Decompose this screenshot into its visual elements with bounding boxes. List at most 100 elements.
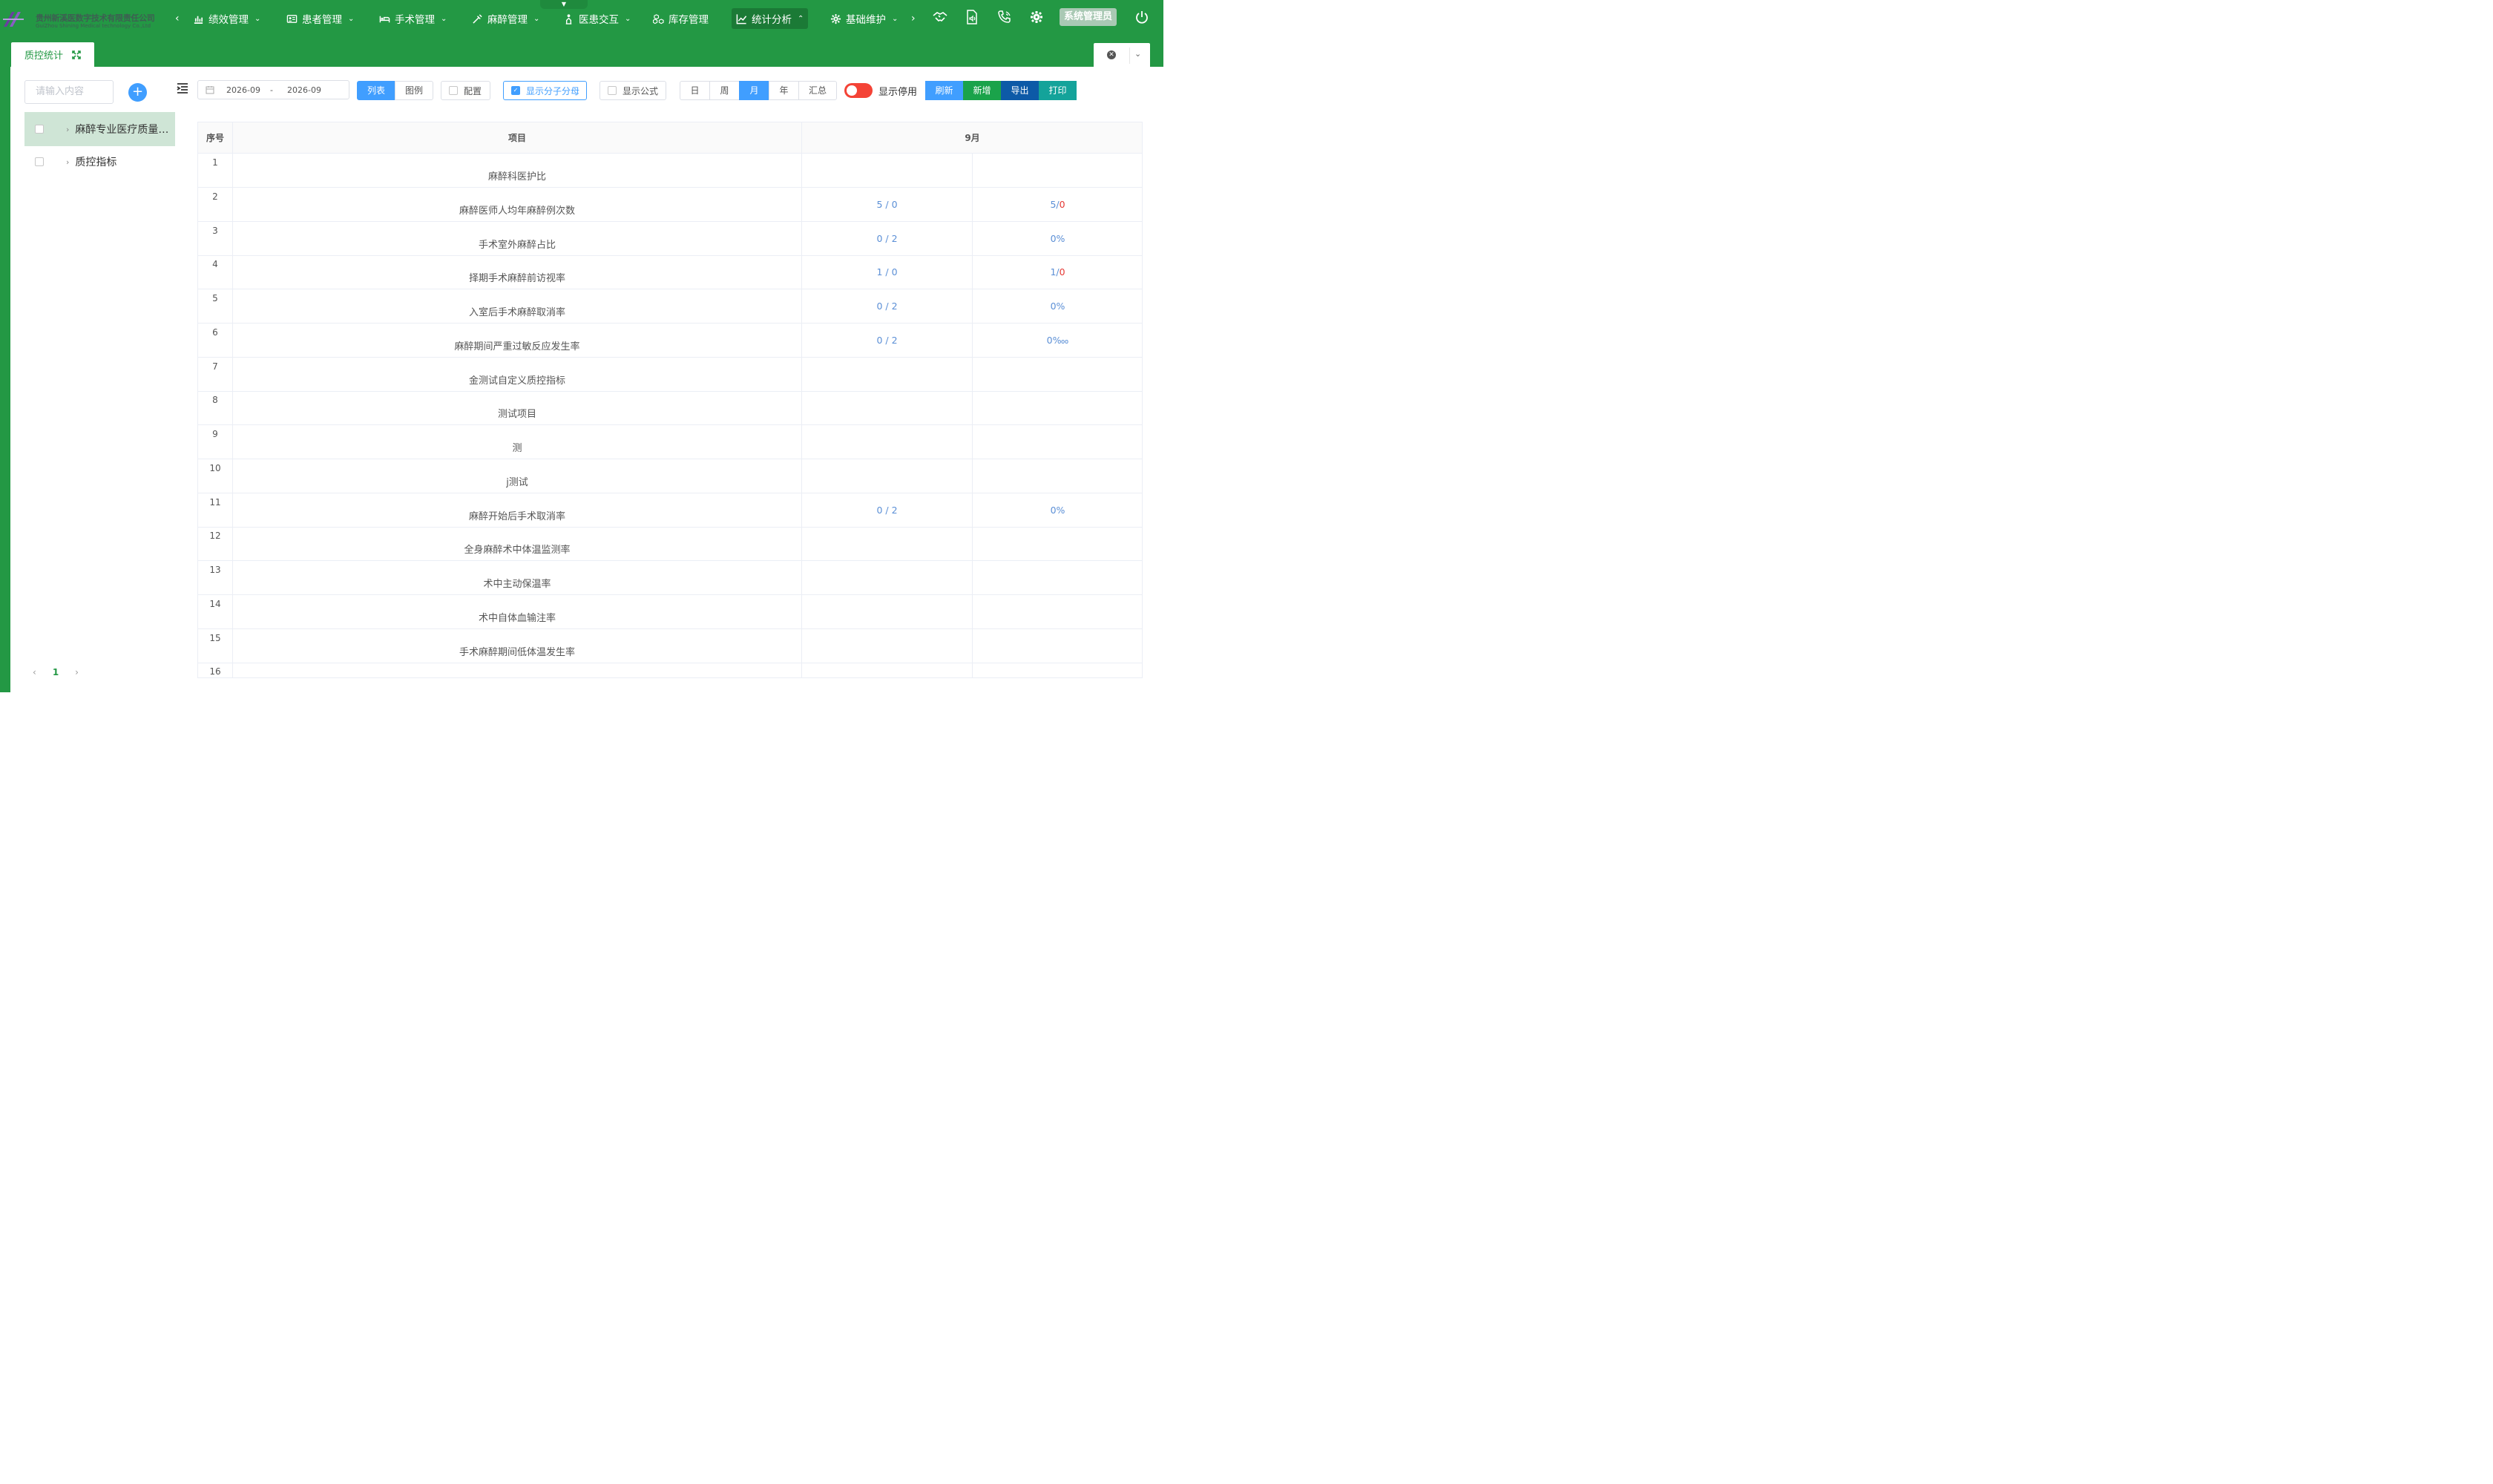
- row-rate-value: [973, 459, 1142, 493]
- table-row[interactable]: 16术中牙齿损伤发生率: [198, 663, 1142, 677]
- chevron-up-icon: ⌃: [798, 14, 804, 23]
- table-row[interactable]: 4 择期手术麻醉前访视率 1 / 0 1/0: [198, 255, 1142, 290]
- show-fraction-checkbox[interactable]: ✓ 显示分子分母: [503, 81, 587, 100]
- tree-search-input[interactable]: 请输入内容: [24, 80, 114, 104]
- date-range-picker[interactable]: 2026-09 - 2026-09: [197, 80, 349, 99]
- refresh-button[interactable]: 刷新: [925, 81, 963, 100]
- fullscreen-icon[interactable]: [72, 50, 81, 59]
- table-row[interactable]: 12 全身麻醉术中体温监测率: [198, 527, 1142, 562]
- chevron-down-icon[interactable]: ⌄: [1134, 49, 1141, 59]
- row-item-name: 全身麻醉术中体温监测率: [233, 527, 802, 561]
- settings-gear-icon[interactable]: [1028, 9, 1045, 25]
- date-start[interactable]: 2026-09: [226, 85, 260, 95]
- view-list-button[interactable]: 列表: [357, 81, 395, 100]
- audio-file-icon[interactable]: [964, 9, 980, 25]
- tree-item-anesthesia-quality[interactable]: › 麻醉专业医疗质量…: [24, 112, 175, 146]
- nav-statistics-label: 统计分析: [752, 14, 792, 26]
- bed-icon: [379, 16, 390, 22]
- period-day-button[interactable]: 日: [680, 81, 710, 100]
- chevron-down-icon: ⌄: [348, 14, 355, 23]
- period-year-button[interactable]: 年: [769, 81, 799, 100]
- tab-quality-stats[interactable]: 质控统计: [11, 42, 94, 67]
- row-index: 16: [198, 663, 233, 677]
- row-index: 15: [198, 628, 233, 663]
- table-row[interactable]: 15 手术麻醉期间低体温发生率: [198, 628, 1142, 663]
- period-week-button[interactable]: 周: [709, 81, 740, 100]
- chevron-right-icon[interactable]: ›: [66, 125, 69, 134]
- header-month: 9月: [802, 122, 1142, 154]
- tree-checkbox[interactable]: [35, 157, 44, 166]
- nav-maintenance[interactable]: 基础维护 ⌄: [826, 8, 902, 29]
- chevron-down-icon: ⌄: [441, 14, 447, 23]
- chevron-right-icon[interactable]: ›: [66, 157, 69, 167]
- table-row[interactable]: 5 入室后手术麻醉取消率 0 / 2 0%: [198, 289, 1142, 324]
- table-row[interactable]: 14 术中自体血输注率: [198, 594, 1142, 629]
- row-item-name: 麻醉期间严重过敏反应发生率: [233, 323, 802, 357]
- table-row[interactable]: 2 麻醉医师人均年麻醉例次数 5 / 0 5/0: [198, 187, 1142, 222]
- row-index: 6: [198, 323, 233, 357]
- nav-anesthesia[interactable]: 麻醉管理 ⌄: [467, 8, 544, 29]
- power-icon[interactable]: [1134, 9, 1150, 25]
- row-rate-value: 0‱: [973, 324, 1142, 357]
- rate-numerator: 0%: [1050, 301, 1065, 312]
- nav-patients[interactable]: 患者管理 ⌄: [282, 8, 358, 29]
- page-number[interactable]: 1: [53, 667, 59, 677]
- add-node-button[interactable]: +: [128, 83, 147, 102]
- row-item-name: 术中自体血输注率: [233, 594, 802, 628]
- table-row[interactable]: 13 术中主动保温率: [198, 561, 1142, 595]
- row-item-name: 测: [233, 425, 802, 459]
- nav-interaction[interactable]: 医患交互 ⌄: [559, 8, 635, 29]
- nav-surgery[interactable]: 手术管理 ⌄: [375, 8, 451, 29]
- collapse-sidebar-icon[interactable]: [177, 83, 188, 93]
- tree-checkbox[interactable]: [35, 125, 44, 134]
- row-index: 1: [198, 154, 233, 187]
- export-button[interactable]: 导出: [1001, 81, 1039, 100]
- add-button[interactable]: 新增: [963, 81, 1001, 100]
- nav-scroll-right-icon[interactable]: ›: [911, 12, 916, 25]
- table-row[interactable]: 1 麻醉科医护比: [198, 154, 1142, 188]
- show-fraction-label: 显示分子分母: [526, 85, 580, 96]
- table-row[interactable]: 11 麻醉开始后手术取消率 0 / 2 0%: [198, 493, 1142, 528]
- row-index: 13: [198, 561, 233, 594]
- show-disabled-label: 显示停用: [878, 87, 918, 98]
- view-chart-button[interactable]: 图例: [395, 81, 433, 100]
- nav-surgery-label: 手术管理: [395, 14, 435, 26]
- phone-icon[interactable]: [996, 9, 1013, 25]
- row-fraction-value: 0 / 2: [802, 221, 973, 255]
- row-item-name: 择期手术麻醉前访视率: [233, 255, 802, 289]
- show-formula-checkbox[interactable]: 显示公式: [600, 81, 666, 100]
- user-badge[interactable]: 系统管理员: [1060, 8, 1117, 26]
- table-row[interactable]: 9测: [198, 425, 1142, 459]
- nav-inventory-label: 库存管理: [669, 14, 709, 26]
- handshake-icon[interactable]: [932, 9, 948, 25]
- next-page-icon[interactable]: ›: [75, 667, 79, 677]
- row-item-name: 麻醉医师人均年麻醉例次数: [233, 187, 802, 221]
- table-row[interactable]: 8 测试项目: [198, 391, 1142, 426]
- nav-performance[interactable]: 绩效管理 ⌄: [188, 8, 265, 29]
- row-rate-value: 0%: [973, 222, 1142, 255]
- row-rate-value: 5/0: [973, 188, 1142, 221]
- row-item-name: 术中主动保温率: [233, 561, 802, 594]
- logo-mark-icon: [3, 12, 24, 27]
- tree-item-quality-indicators[interactable]: › 质控指标: [24, 145, 175, 179]
- period-month-button[interactable]: 月: [739, 81, 769, 100]
- prev-page-icon[interactable]: ‹: [33, 667, 36, 677]
- table-row[interactable]: 6 麻醉期间严重过敏反应发生率 0 / 2 0‱: [198, 323, 1142, 358]
- table-row[interactable]: 10 j测试: [198, 459, 1142, 493]
- table-row[interactable]: 3 手术室外麻醉占比 0 / 2 0%: [198, 221, 1142, 256]
- stats-table: 序号 项目 9月 1 麻醉科医护比 2 麻醉医师人均年麻醉例次数 5 / 0 5/0 3 手术…: [197, 122, 1143, 678]
- print-button[interactable]: 打印: [1039, 81, 1077, 100]
- config-checkbox[interactable]: 配置: [441, 81, 490, 100]
- row-fraction-value: [802, 391, 973, 425]
- nav-scroll-left-icon[interactable]: ‹: [175, 12, 180, 25]
- nav-statistics[interactable]: 统计分析 ⌃: [732, 8, 809, 29]
- date-end[interactable]: 2026-09: [287, 85, 321, 95]
- table-row[interactable]: 7 金测试自定义质控指标: [198, 357, 1142, 392]
- nav-inventory[interactable]: 库存管理: [648, 8, 713, 29]
- close-tabs-icon[interactable]: ✕: [1107, 50, 1116, 59]
- show-disabled-toggle[interactable]: [844, 83, 873, 98]
- row-index: 8: [198, 391, 233, 425]
- row-item-name: 麻醉开始后手术取消率: [233, 493, 802, 527]
- row-item-name: 术中牙齿损伤发生率: [233, 663, 802, 677]
- period-summary-button[interactable]: 汇总: [798, 81, 837, 100]
